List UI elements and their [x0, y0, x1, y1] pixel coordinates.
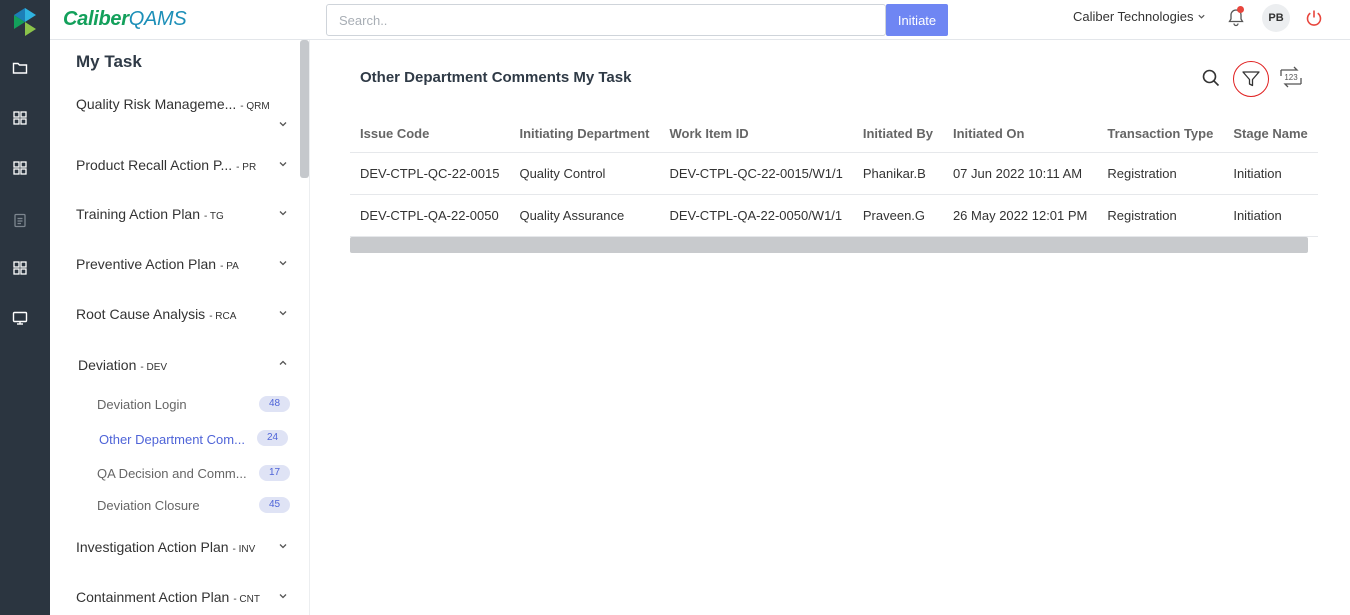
table-row[interactable]: DEV-CTPL-QA-22-0050 Quality Assurance DE…	[350, 194, 1318, 237]
table-cell[interactable]: DEV-CTPL-QA-22-0050	[350, 194, 510, 237]
refresh-counter-icon[interactable]: 123	[1277, 64, 1305, 90]
sidebar-item-deviation-closure[interactable]: Deviation Closure	[97, 498, 200, 513]
refresh-counter-text: 123	[1284, 73, 1298, 82]
table-cell: 07 Jun 2022 10:11 AM	[942, 152, 1098, 195]
page-title: Other Department Comments My Task	[360, 69, 632, 86]
sidebar-item-deviation-login[interactable]: Deviation Login	[97, 397, 187, 412]
module-dev[interactable]: Deviation - DEV	[78, 357, 167, 373]
table-header-row: Issue Code Initiating Department Work It…	[350, 116, 1318, 153]
table-cell: DEV-CTPL-QA-22-0050/W1/1	[659, 194, 853, 237]
module-pr[interactable]: Product Recall Action P... - PR	[76, 157, 256, 173]
module-label: Training Action Plan	[76, 206, 200, 222]
table-row[interactable]: DEV-CTPL-QC-22-0015 Quality Control DEV-…	[350, 152, 1318, 195]
company-selector[interactable]: Caliber Technologies	[1073, 9, 1206, 24]
module-code: - INV	[232, 544, 256, 555]
module-label: Quality Risk Manageme...	[76, 96, 237, 112]
module-label: Deviation	[78, 357, 137, 373]
count-badge: 48	[259, 396, 290, 412]
count-badge: 45	[259, 497, 290, 513]
column-header[interactable]: Initiating Department	[509, 116, 660, 153]
table-cell: Quality Control	[509, 152, 660, 195]
table-cell: 26 May 2022 12:01 PM	[942, 194, 1098, 237]
count-badge: 17	[259, 465, 290, 481]
chevron-down-icon[interactable]	[278, 119, 288, 129]
chevron-down-icon[interactable]	[278, 159, 288, 169]
folder-icon[interactable]	[12, 60, 28, 76]
module-code: - CNT	[233, 594, 260, 605]
monitor-icon[interactable]	[12, 310, 28, 326]
grid-icon[interactable]	[12, 260, 28, 276]
brand-name: Caliber	[63, 8, 129, 30]
column-header[interactable]: Stage Name	[1223, 116, 1318, 153]
chevron-down-icon[interactable]	[278, 541, 288, 551]
count-badge: 24	[257, 430, 288, 446]
top-header: CaliberQAMS Initiate Caliber Technologie…	[50, 0, 1350, 40]
sidebar-scrollbar[interactable]	[300, 40, 309, 178]
initiate-button[interactable]: Initiate	[886, 4, 948, 36]
column-header[interactable]: Issue Code	[350, 116, 510, 153]
table-cell: Praveen.G	[852, 194, 943, 237]
task-table: Issue Code Initiating Department Work It…	[350, 116, 1318, 237]
table-cell[interactable]: DEV-CTPL-QC-22-0015	[350, 152, 510, 195]
chevron-down-icon[interactable]	[278, 591, 288, 601]
search-icon[interactable]	[1202, 69, 1220, 87]
column-header[interactable]: Work Item ID	[659, 116, 853, 153]
grid-icon[interactable]	[12, 160, 28, 176]
module-qrm[interactable]: Quality Risk Manageme... - QRM	[76, 96, 270, 112]
table-cell: Phanikar.B	[852, 152, 943, 195]
clipboard-icon[interactable]	[12, 212, 28, 228]
module-label: Product Recall Action P...	[76, 157, 233, 173]
table-horizontal-scrollbar[interactable]	[350, 237, 1308, 253]
app-logo-icon[interactable]	[14, 8, 36, 36]
module-code: - DEV	[140, 362, 168, 373]
task-sidebar: My Task Quality Risk Manageme... - QRM Pr…	[50, 40, 310, 615]
brand-suffix: QAMS	[128, 8, 187, 30]
icon-rail	[0, 0, 50, 615]
table-cell: Registration	[1097, 152, 1224, 195]
module-label: Investigation Action Plan	[76, 539, 229, 555]
module-code: - QRM	[240, 101, 270, 112]
module-cnt[interactable]: Containment Action Plan - CNT	[76, 589, 260, 605]
table-cell: Initiation	[1223, 152, 1318, 195]
module-code: - TG	[204, 211, 224, 222]
chevron-down-icon	[1198, 14, 1206, 19]
module-inv[interactable]: Investigation Action Plan - INV	[76, 539, 255, 555]
module-label: Root Cause Analysis	[76, 306, 206, 322]
module-code: - RCA	[209, 311, 237, 322]
table-cell: Quality Assurance	[509, 194, 660, 237]
grid-icon[interactable]	[12, 110, 28, 126]
table-cell: Initiation	[1223, 194, 1318, 237]
brand-logo[interactable]: CaliberQAMS	[63, 8, 187, 31]
sidebar-title: My Task	[76, 52, 142, 71]
avatar[interactable]: PB	[1262, 4, 1290, 32]
module-rca[interactable]: Root Cause Analysis - RCA	[76, 306, 236, 322]
module-label: Containment Action Plan	[76, 589, 230, 605]
power-icon[interactable]	[1305, 9, 1323, 27]
module-label: Preventive Action Plan	[76, 256, 217, 272]
sidebar-item-qa-decision[interactable]: QA Decision and Comm...	[97, 466, 247, 481]
column-header[interactable]: Transaction Type	[1097, 116, 1224, 153]
chevron-down-icon[interactable]	[278, 308, 288, 318]
filter-button[interactable]	[1233, 61, 1269, 97]
column-header[interactable]: Initiated By	[852, 116, 943, 153]
sidebar-item-other-department-comments[interactable]: Other Department Com...	[99, 432, 245, 447]
column-header[interactable]: Initiated On	[942, 116, 1098, 153]
module-tg[interactable]: Training Action Plan - TG	[76, 206, 224, 222]
search-input[interactable]	[326, 4, 886, 36]
notification-dot	[1237, 6, 1244, 13]
table-cell: DEV-CTPL-QC-22-0015/W1/1	[659, 152, 853, 195]
module-pa[interactable]: Preventive Action Plan - PA	[76, 256, 239, 272]
table-cell: Registration	[1097, 194, 1224, 237]
chevron-down-icon[interactable]	[278, 258, 288, 268]
company-name: Caliber Technologies	[1073, 9, 1194, 24]
chevron-down-icon[interactable]	[278, 208, 288, 218]
chevron-up-icon[interactable]	[278, 358, 288, 368]
module-code: - PA	[220, 261, 239, 272]
module-code: - PR	[236, 162, 257, 173]
filter-icon	[1242, 71, 1260, 87]
